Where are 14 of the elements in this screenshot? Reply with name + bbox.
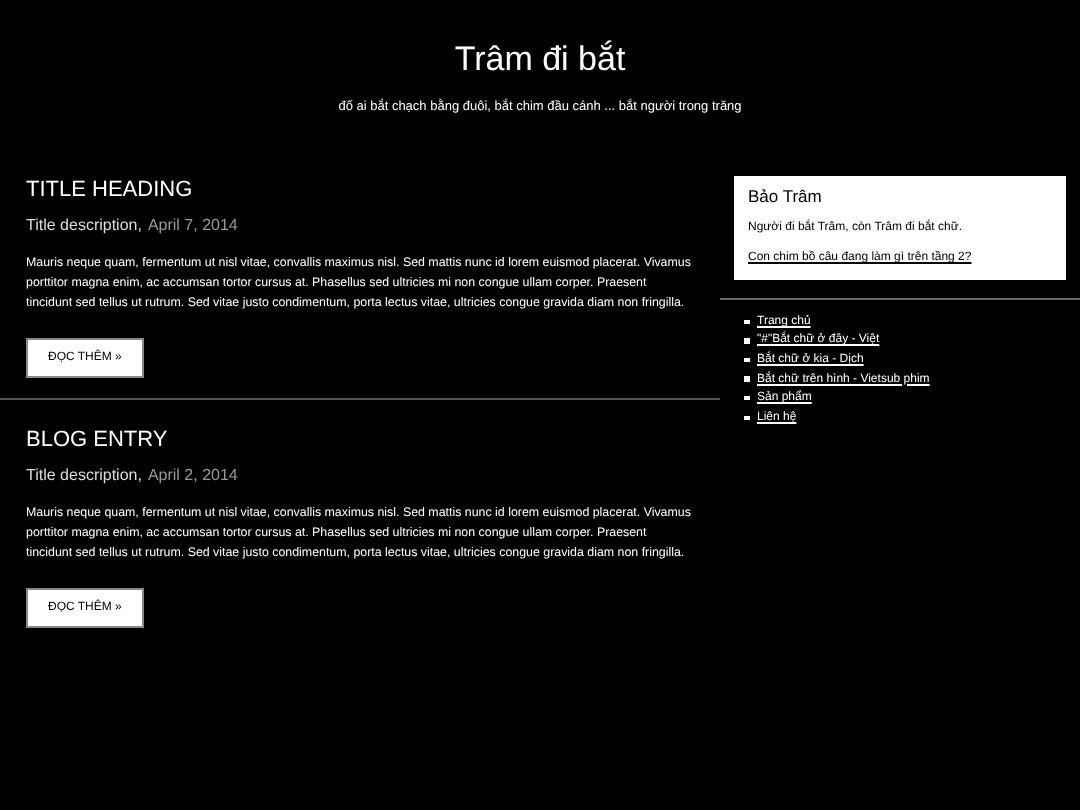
post-date: April 7, 2014 [147, 216, 238, 234]
bullet-icon [744, 415, 749, 421]
bullet-icon [744, 376, 749, 382]
post-title: TITLE HEADING [26, 178, 193, 202]
post-title: BLOG ENTRY [26, 428, 168, 452]
post-description: Title description, [26, 466, 142, 484]
site-title: Trâm đi bắt [454, 40, 626, 80]
bullet-icon [744, 319, 749, 325]
post-date: April 2, 2014 [147, 466, 238, 484]
card-title: Bảo Trâm [748, 186, 822, 206]
bullet-icon [744, 338, 749, 344]
bullet-icon [744, 357, 749, 363]
bullet-icon [744, 395, 749, 401]
post-description: Title description, [26, 216, 142, 234]
